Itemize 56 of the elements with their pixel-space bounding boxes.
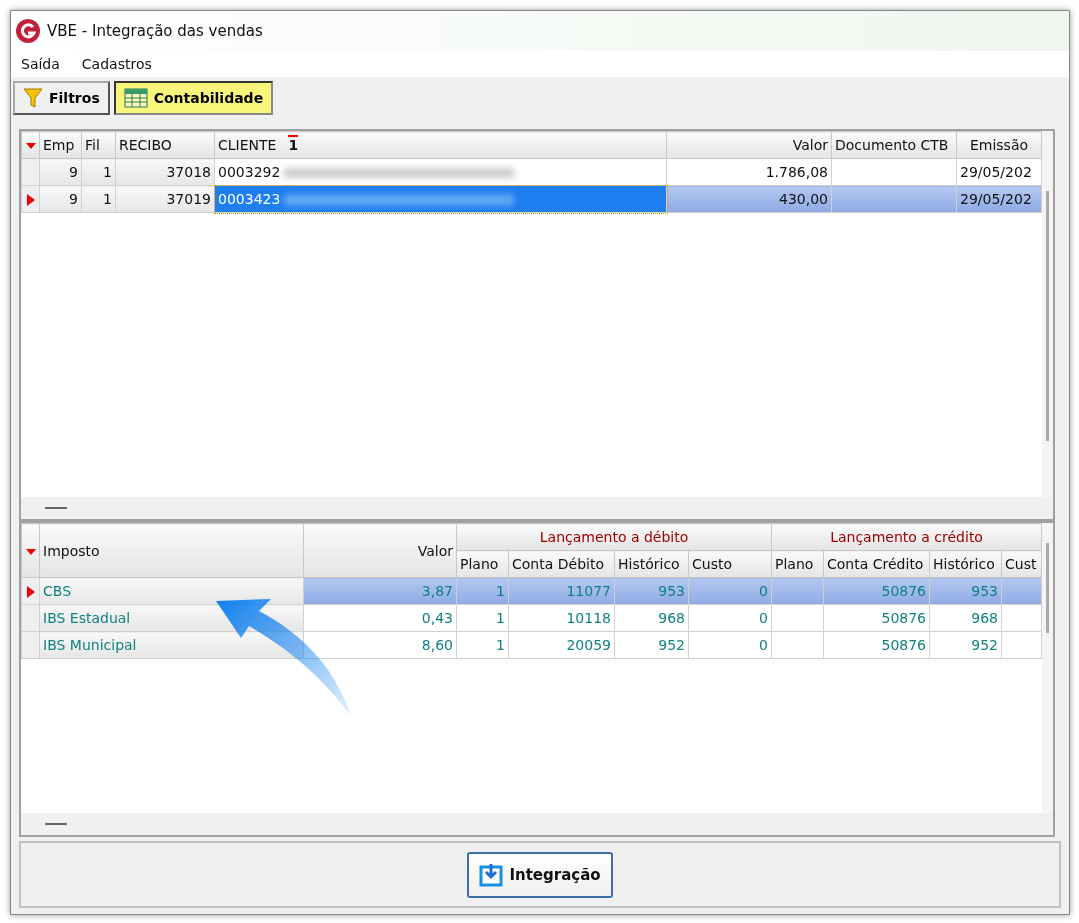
table-cell: 953 [614, 577, 689, 605]
table-cell: 968 [929, 604, 1002, 632]
column-header[interactable]: Valor [666, 131, 832, 159]
download-icon [479, 862, 504, 887]
table-cell: 953 [929, 577, 1002, 605]
menu-item[interactable]: Saída [21, 56, 60, 72]
column-header[interactable]: Emp [39, 131, 82, 159]
column-header[interactable]: Histórico [614, 550, 689, 578]
app-logo-icon [15, 18, 41, 44]
column-header[interactable]: Emissão [956, 131, 1042, 159]
scrollbar[interactable] [1042, 131, 1053, 497]
menu-item[interactable]: Cadastros [81, 56, 152, 72]
table-cell: 50876 [823, 604, 930, 632]
table-cell: 37019 [115, 185, 215, 213]
table-cell: 0003423 [214, 185, 667, 213]
table-cell: 20059 [508, 631, 615, 659]
column-header[interactable]: RECIBO [115, 131, 215, 159]
table-cell: 952 [929, 631, 1002, 659]
toolbar-button[interactable]: Contabilidade [113, 81, 274, 115]
toolbar-button[interactable]: Filtros [13, 81, 110, 115]
table-cell: 50876 [823, 577, 930, 605]
window-title: VBE - Integração das vendas [47, 22, 263, 40]
table-cell: 952 [614, 631, 689, 659]
column-header[interactable]: Custo [688, 550, 772, 578]
table-cell: 430,00 [666, 185, 832, 213]
table-cell: 0 [688, 604, 772, 632]
group-header: Lançamento a crédito [771, 523, 1042, 551]
table-cell: 29/05/202 [956, 158, 1042, 186]
table-cell: 0 [688, 631, 772, 659]
column-header[interactable]: CLIENTE 1 [214, 131, 667, 159]
current-row-icon [25, 586, 36, 598]
column-header[interactable]: Valor [303, 523, 457, 578]
scrollbar[interactable] [1042, 523, 1053, 813]
column-header[interactable]: Documento CTB [831, 131, 957, 159]
table-cell: 0,43 [303, 604, 457, 632]
table-cell: 0003292 [214, 158, 667, 186]
funnel-icon [23, 87, 43, 109]
column-header[interactable]: Histórico [929, 550, 1002, 578]
table-cell: 3,87 [303, 577, 457, 605]
group-header: Lançamento a débito [456, 523, 772, 551]
integration-button[interactable]: Integração [467, 851, 613, 898]
table-cell: 968 [614, 604, 689, 632]
column-header[interactable]: Conta Crédito [823, 550, 930, 578]
column-header[interactable]: Imposto [39, 523, 304, 578]
table-icon [123, 88, 148, 108]
sort-order-badge: 1 [288, 135, 299, 153]
table-cell: 10118 [508, 604, 615, 632]
table-cell: 11077 [508, 577, 615, 605]
column-header[interactable]: Conta Débito [508, 550, 615, 578]
table-cell: 37018 [115, 158, 215, 186]
current-row-icon [25, 194, 36, 206]
table-cell: 50876 [823, 631, 930, 659]
column-header[interactable]: Fil [81, 131, 116, 159]
table-cell: 0 [688, 577, 772, 605]
table-cell: 29/05/202 [956, 185, 1042, 213]
table-cell: 1.786,08 [666, 158, 832, 186]
